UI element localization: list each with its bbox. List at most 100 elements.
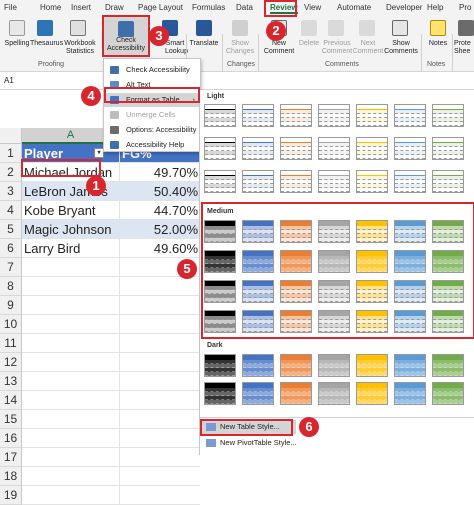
row-header[interactable]: 1 — [0, 144, 22, 163]
tab-help[interactable]: Help — [427, 3, 443, 12]
tab-pro[interactable]: Pro — [459, 3, 471, 12]
spelling-button[interactable]: Spelling — [2, 40, 32, 48]
empty-cell[interactable] — [120, 429, 200, 448]
empty-cell[interactable] — [22, 467, 120, 486]
new-comment-button[interactable]: New Comment — [262, 40, 296, 56]
tab-data[interactable]: Data — [236, 3, 253, 12]
empty-cell[interactable] — [120, 315, 200, 334]
empty-cell[interactable] — [120, 448, 200, 467]
row-header[interactable]: 9 — [0, 296, 22, 315]
table-style-swatch[interactable] — [280, 170, 312, 193]
table-style-swatch[interactable] — [432, 104, 464, 127]
translate-button[interactable]: Translate — [188, 40, 220, 48]
delete-comment-button[interactable]: Delete — [295, 40, 323, 48]
row-header[interactable]: 19 — [0, 486, 22, 505]
pct-cell[interactable]: 44.70% — [120, 201, 200, 220]
table-style-swatch[interactable] — [204, 104, 236, 127]
name-box[interactable]: A1 — [4, 76, 64, 87]
table-style-swatch[interactable] — [394, 354, 426, 377]
pct-cell[interactable]: 49.60% — [120, 239, 200, 258]
notes-button[interactable]: Notes — [424, 40, 452, 48]
table-style-swatch[interactable] — [204, 137, 236, 160]
row-header[interactable]: 12 — [0, 353, 22, 372]
table-style-swatch[interactable] — [280, 137, 312, 160]
row-header[interactable]: 6 — [0, 239, 22, 258]
empty-cell[interactable] — [22, 410, 120, 429]
empty-cell[interactable] — [22, 277, 120, 296]
empty-cell[interactable] — [22, 258, 120, 277]
table-style-swatch[interactable] — [394, 137, 426, 160]
table-style-swatch[interactable] — [204, 382, 236, 405]
player-cell[interactable]: Kobe Bryant — [22, 201, 120, 220]
unmerge-cells-item[interactable]: Unmerge Cells — [104, 108, 200, 122]
previous-comment-button[interactable]: Previous Comment — [321, 40, 353, 56]
empty-cell[interactable] — [120, 486, 200, 505]
table-style-swatch[interactable] — [318, 382, 350, 405]
table-style-swatch[interactable] — [280, 354, 312, 377]
table-style-swatch[interactable] — [318, 104, 350, 127]
table-style-swatch[interactable] — [318, 137, 350, 160]
tab-page-layout[interactable]: Page Layout — [138, 3, 183, 12]
row-header[interactable]: 17 — [0, 448, 22, 467]
table-style-swatch[interactable] — [242, 354, 274, 377]
empty-cell[interactable] — [120, 410, 200, 429]
show-comments-button[interactable]: Show Comments — [383, 40, 419, 56]
empty-cell[interactable] — [22, 429, 120, 448]
empty-cell[interactable] — [22, 353, 120, 372]
smart-lookup-button[interactable]: Smart Lookup — [165, 40, 188, 56]
row-header[interactable]: 15 — [0, 410, 22, 429]
protect-sheet-button[interactable]: Prote Shee — [454, 40, 474, 56]
empty-cell[interactable] — [120, 353, 200, 372]
table-style-swatch[interactable] — [242, 382, 274, 405]
row-header[interactable]: 7 — [0, 258, 22, 277]
player-cell[interactable]: Magic Johnson — [22, 220, 120, 239]
workbook-statistics-button[interactable]: Workbook Statistics — [62, 40, 98, 56]
table-style-swatch[interactable] — [356, 170, 388, 193]
pct-cell[interactable]: 49.70% — [120, 163, 200, 182]
tab-view[interactable]: View — [304, 3, 321, 12]
table-style-swatch[interactable] — [280, 104, 312, 127]
row-header[interactable]: 18 — [0, 467, 22, 486]
table-style-swatch[interactable] — [394, 382, 426, 405]
table-style-swatch[interactable] — [204, 354, 236, 377]
tab-draw[interactable]: Draw — [105, 3, 124, 12]
empty-cell[interactable] — [120, 372, 200, 391]
empty-cell[interactable] — [120, 334, 200, 353]
table-style-swatch[interactable] — [318, 354, 350, 377]
row-header[interactable]: 13 — [0, 372, 22, 391]
table-style-swatch[interactable] — [280, 382, 312, 405]
table-style-swatch[interactable] — [356, 382, 388, 405]
tab-file[interactable]: File — [4, 3, 17, 12]
table-style-swatch[interactable] — [242, 170, 274, 193]
table-style-swatch[interactable] — [394, 170, 426, 193]
table-style-swatch[interactable] — [432, 354, 464, 377]
table-style-swatch[interactable] — [242, 137, 274, 160]
table-style-swatch[interactable] — [318, 170, 350, 193]
row-header[interactable]: 5 — [0, 220, 22, 239]
check-accessibility-item[interactable]: Check Accessibility — [104, 63, 200, 77]
show-changes-button[interactable]: Show Changes — [224, 40, 256, 56]
table-style-swatch[interactable] — [242, 104, 274, 127]
options-accessibility-item[interactable]: Options: Accessibility — [104, 123, 200, 137]
empty-cell[interactable] — [120, 296, 200, 315]
tab-insert[interactable]: Insert — [71, 3, 91, 12]
pct-cell[interactable]: 52.00% — [120, 220, 200, 239]
new-pivottable-style-item[interactable]: New PivotTable Style... — [220, 438, 297, 447]
row-header[interactable]: 11 — [0, 334, 22, 353]
row-header[interactable]: 16 — [0, 429, 22, 448]
tab-automate[interactable]: Automate — [337, 3, 371, 12]
player-cell[interactable]: Larry Bird — [22, 239, 120, 258]
empty-cell[interactable] — [120, 467, 200, 486]
table-style-swatch[interactable] — [356, 104, 388, 127]
row-header[interactable]: 10 — [0, 315, 22, 334]
empty-cell[interactable] — [22, 315, 120, 334]
row-header[interactable]: 2 — [0, 163, 22, 182]
empty-cell[interactable] — [22, 372, 120, 391]
next-comment-button[interactable]: Next Comment — [352, 40, 384, 56]
empty-cell[interactable] — [22, 448, 120, 467]
row-header[interactable]: 4 — [0, 201, 22, 220]
empty-cell[interactable] — [120, 391, 200, 410]
tab-home[interactable]: Home — [40, 3, 61, 12]
empty-cell[interactable] — [22, 391, 120, 410]
table-style-swatch[interactable] — [204, 170, 236, 193]
